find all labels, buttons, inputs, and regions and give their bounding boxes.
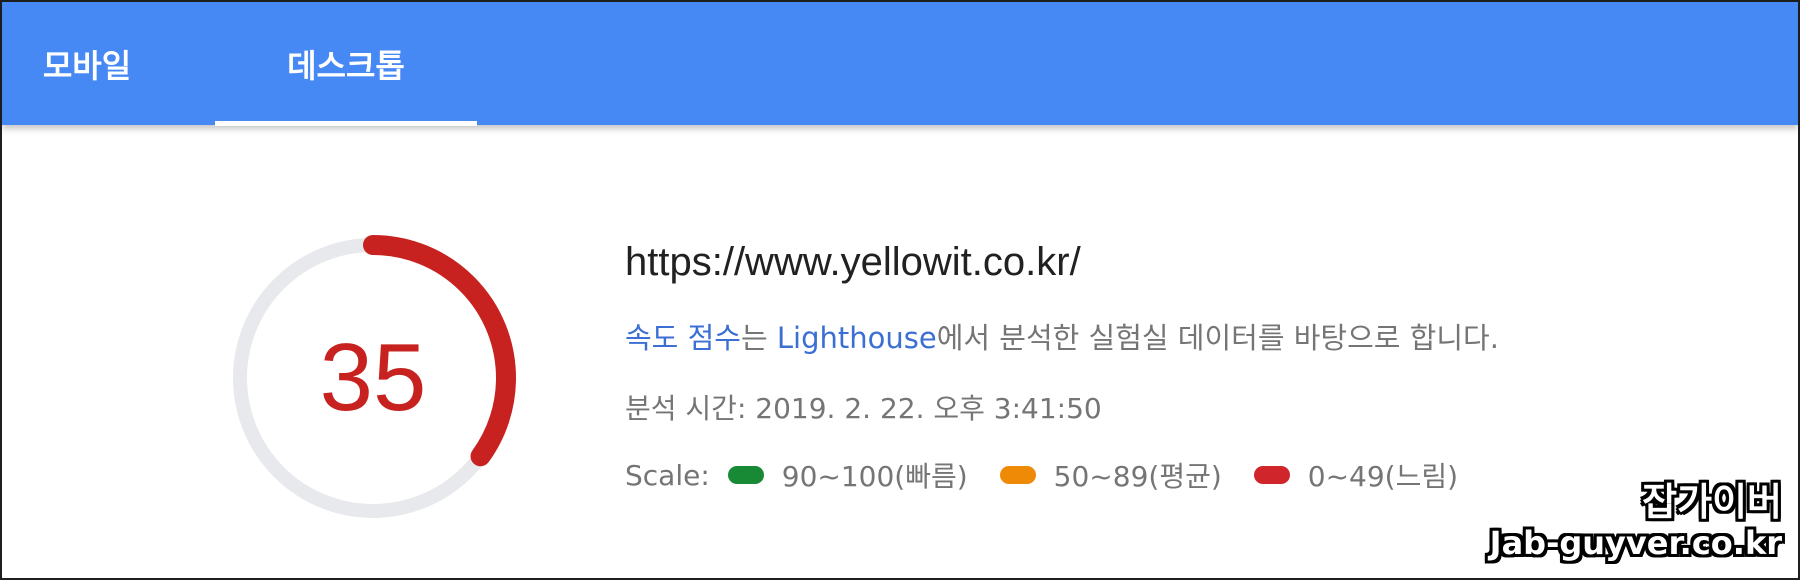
red-pill-icon [1253,466,1290,484]
scale-item-fast: 90~100(빠름) [710,455,968,495]
watermark: 잡가이버 Jab-guyver.co.kr [1490,480,1782,562]
score-description: 속도 점수는 Lighthouse에서 분석한 실험실 데이터를 바탕으로 합니… [625,315,1499,357]
tab-mobile-label: 모바일 [42,46,132,85]
green-pill-icon [727,466,764,484]
desc-text-2: 에서 분석한 실험실 데이터를 바탕으로 합니다. [936,321,1499,355]
lighthouse-link[interactable]: Lighthouse [777,321,937,355]
tab-mobile[interactable]: 모바일 [2,2,172,125]
performance-score: 35 [319,324,427,431]
active-tab-indicator [215,121,477,126]
orange-pill-icon [999,466,1036,484]
watermark-title: 잡가이버 [1642,480,1782,524]
scale-item-average: 50~89(평균) [982,455,1222,495]
tab-desktop-label: 데스크톱 [287,46,405,85]
report-info: https://www.yellowit.co.kr/ 속도 점수는 Light… [625,240,1499,495]
scale-average-label: 50~89(평균) [1053,460,1222,493]
scale-label: Scale: [625,458,710,492]
scale-fast-label: 90~100(빠름) [781,460,968,493]
analyzed-url: https://www.yellowit.co.kr/ [625,240,1081,284]
tab-desktop[interactable]: 데스크톱 [215,2,477,125]
scale-item-slow: 0~49(느림) [1236,455,1458,495]
analysis-time: 분석 시간: 2019. 2. 22. 오후 3:41:50 [625,392,1102,425]
desc-text-1: 는 [740,321,777,355]
speed-score-link[interactable]: 속도 점수 [625,321,741,355]
score-scale-legend: Scale: 90~100(빠름) 50~89(평균) 0~49(느림) [625,455,1499,495]
device-tab-bar: 모바일 데스크톱 [2,2,1798,126]
watermark-site: Jab-guyver.co.kr [1489,524,1782,562]
scale-slow-label: 0~49(느림) [1307,460,1459,493]
